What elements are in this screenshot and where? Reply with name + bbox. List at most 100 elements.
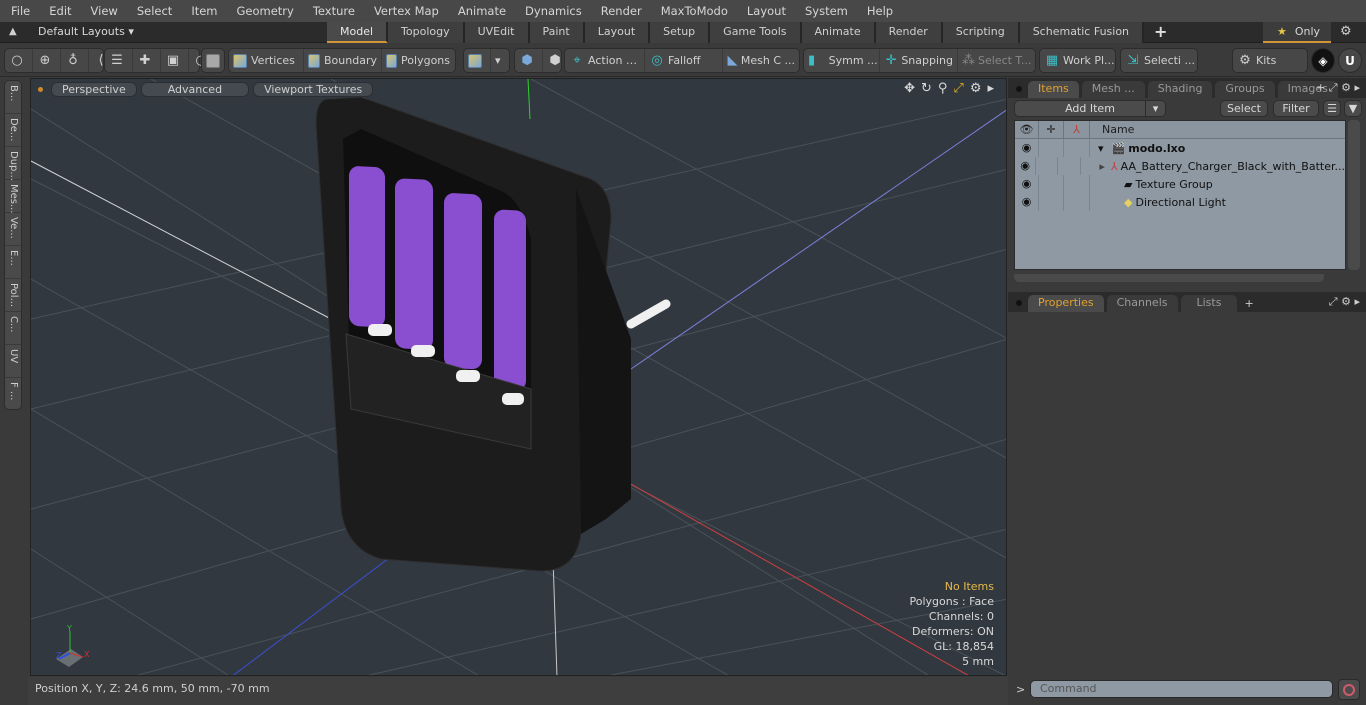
menu-help[interactable]: Help <box>856 4 901 18</box>
view-mode-button[interactable]: Perspective <box>51 81 137 97</box>
polygons-button[interactable]: Polygons <box>382 49 454 72</box>
filter-button[interactable]: Filter <box>1273 100 1319 117</box>
pen-button[interactable]: ♁ <box>61 49 89 72</box>
list-options-button[interactable]: ☰ <box>1323 100 1341 117</box>
viewport-status-dot[interactable] <box>38 86 43 92</box>
menu-animate[interactable]: Animate <box>447 4 514 18</box>
item-mode-button[interactable] <box>201 48 225 73</box>
unity-button[interactable]: ◈ <box>1311 48 1335 73</box>
tab-schematic-fusion[interactable]: Schematic Fusion <box>1019 22 1145 43</box>
menu-dynamics[interactable]: Dynamics <box>514 4 590 18</box>
layout-selector[interactable]: Default Layouts ▾ <box>38 25 134 38</box>
tree-resize-handle[interactable] <box>1014 274 1324 282</box>
add-tab-icon[interactable]: + <box>1316 81 1325 94</box>
gear-icon[interactable]: ⚙ <box>1340 24 1352 39</box>
filter-funnel-button[interactable]: ▼ <box>1344 100 1362 117</box>
vtab-curve[interactable]: C... <box>5 312 21 345</box>
visibility-eye-icon[interactable]: ◉ <box>1015 157 1037 175</box>
square-circle-button[interactable]: ▣ <box>161 49 189 72</box>
kits-button[interactable]: ⚙ Kits <box>1232 48 1308 73</box>
viewport-textures-button[interactable]: Viewport Textures <box>253 81 374 97</box>
tab-paint[interactable]: Paint <box>529 22 585 43</box>
expand-icon[interactable]: ⤢ <box>1329 295 1338 308</box>
snapping-button[interactable]: ✛ Snapping <box>880 49 958 72</box>
panel-gear-icon[interactable]: ⚙ <box>1341 81 1351 94</box>
add-tab-icon[interactable]: + <box>1244 297 1253 310</box>
tab-items[interactable]: Items <box>1028 81 1079 98</box>
tab-game-tools[interactable]: Game Tools <box>710 22 802 43</box>
collapse-up-icon[interactable]: ▲ <box>9 26 17 37</box>
workplane-button[interactable]: ▦ Work Pl... <box>1039 48 1116 73</box>
menu-select[interactable]: Select <box>126 4 180 18</box>
visibility-column-icon[interactable]: 👁 <box>1015 121 1039 139</box>
tab-setup[interactable]: Setup <box>650 22 711 43</box>
maximize-view-icon[interactable]: ⤢ <box>953 81 963 96</box>
circle-select-button[interactable]: ○ <box>5 49 33 72</box>
align-button[interactable]: ☰ <box>105 49 133 72</box>
type-column-icon[interactable]: ⅄ <box>1064 121 1090 139</box>
mesh-constraint-button[interactable]: ◣ Mesh C ... <box>723 49 799 72</box>
action-center-button[interactable]: ⌖ Action … <box>565 49 645 72</box>
menu-geometry[interactable]: Geometry <box>226 4 302 18</box>
record-button[interactable] <box>1338 679 1360 700</box>
menu-view[interactable]: View <box>80 4 126 18</box>
tab-channels[interactable]: Channels <box>1106 295 1178 312</box>
cross-button[interactable]: ✚ <box>133 49 161 72</box>
panel-arrow-icon[interactable]: ▸ <box>1354 81 1360 94</box>
expand-icon[interactable]: ⤢ <box>1329 81 1338 94</box>
add-item-button[interactable]: Add Item ▾ <box>1014 100 1166 117</box>
tab-scripting[interactable]: Scripting <box>942 22 1020 43</box>
selection-sets-button[interactable]: ⇲ Selecti ... <box>1120 48 1198 73</box>
shading-mode-button[interactable]: Advanced <box>140 81 250 97</box>
globe-button[interactable]: ⊕ <box>33 49 61 72</box>
tree-row-texture-group[interactable]: ◉ ▰ Texture Group <box>1015 175 1345 193</box>
tree-row-mesh[interactable]: ◉ ▸ ⅄ AA_Battery_Charger_Black_with_Batt… <box>1015 157 1345 175</box>
panel-gear-icon[interactable]: ⚙ <box>1341 295 1351 308</box>
menu-file[interactable]: File <box>0 4 38 18</box>
material-button[interactable] <box>464 49 491 72</box>
name-column-header[interactable]: Name <box>1090 121 1345 139</box>
menu-maxtomodo[interactable]: MaxToModo <box>650 4 736 18</box>
tab-mesh[interactable]: Mesh ... <box>1081 81 1145 98</box>
world-axis-button[interactable]: ⬢ <box>515 49 543 72</box>
tree-scrollbar[interactable] <box>1348 120 1360 270</box>
menu-item[interactable]: Item <box>180 4 225 18</box>
add-tab-icon[interactable]: + <box>1144 22 1177 43</box>
boundary-button[interactable]: Boundary <box>304 49 382 72</box>
unreal-button[interactable]: U <box>1338 48 1362 73</box>
material-dropdown[interactable]: ▾ <box>491 49 505 72</box>
vtab-deform[interactable]: De... <box>5 114 21 147</box>
falloff-button[interactable]: ◎ Falloff <box>645 49 723 72</box>
select-through-button[interactable]: ⁂ Select T... <box>958 49 1035 72</box>
tab-model[interactable]: Model <box>327 22 389 43</box>
collapse-arrow-icon[interactable]: ▸ <box>1099 160 1105 173</box>
select-button[interactable]: Select <box>1220 100 1268 117</box>
viewport-settings-icon[interactable]: ⚙ <box>970 81 982 96</box>
tab-uvedit[interactable]: UVEdit <box>464 22 530 43</box>
tab-render[interactable]: Render <box>875 22 943 43</box>
panel-arrow-icon[interactable]: ▸ <box>1354 295 1360 308</box>
3d-viewport[interactable]: Y X Z Perspective Advanced Viewport Text… <box>30 78 1007 676</box>
tree-row-directional-light[interactable]: ◉ ◆ Directional Light <box>1015 193 1345 211</box>
menu-texture[interactable]: Texture <box>302 4 363 18</box>
visibility-eye-icon[interactable]: ◉ <box>1015 139 1039 157</box>
menu-layout[interactable]: Layout <box>736 4 794 18</box>
vtab-basic[interactable]: B... <box>5 81 21 114</box>
tree-row-scene[interactable]: ◉ ▾ 🎬 modo.lxo <box>1015 139 1345 157</box>
menu-edit[interactable]: Edit <box>38 4 79 18</box>
vtab-uv[interactable]: UV <box>5 345 21 378</box>
tab-topology[interactable]: Topology <box>388 22 465 43</box>
vtab-polygon[interactable]: Pol... <box>5 279 21 312</box>
rotate-view-icon[interactable]: ↻ <box>921 81 932 96</box>
vtab-mesh-edit[interactable]: Mes... <box>5 180 21 214</box>
vertices-button[interactable]: Vertices <box>229 49 304 72</box>
add-item-dropdown[interactable]: ▾ <box>1145 101 1165 116</box>
tab-layout[interactable]: Layout <box>584 22 651 43</box>
vtab-edge[interactable]: E... <box>5 246 21 279</box>
tab-properties[interactable]: Properties <box>1028 295 1104 312</box>
tab-animate[interactable]: Animate <box>801 22 876 43</box>
menu-vertex-map[interactable]: Vertex Map <box>363 4 447 18</box>
visibility-eye-icon[interactable]: ◉ <box>1015 175 1039 193</box>
symmetry-button[interactable]: ▮ Symm ... <box>804 49 880 72</box>
command-input[interactable]: Command <box>1030 680 1333 698</box>
